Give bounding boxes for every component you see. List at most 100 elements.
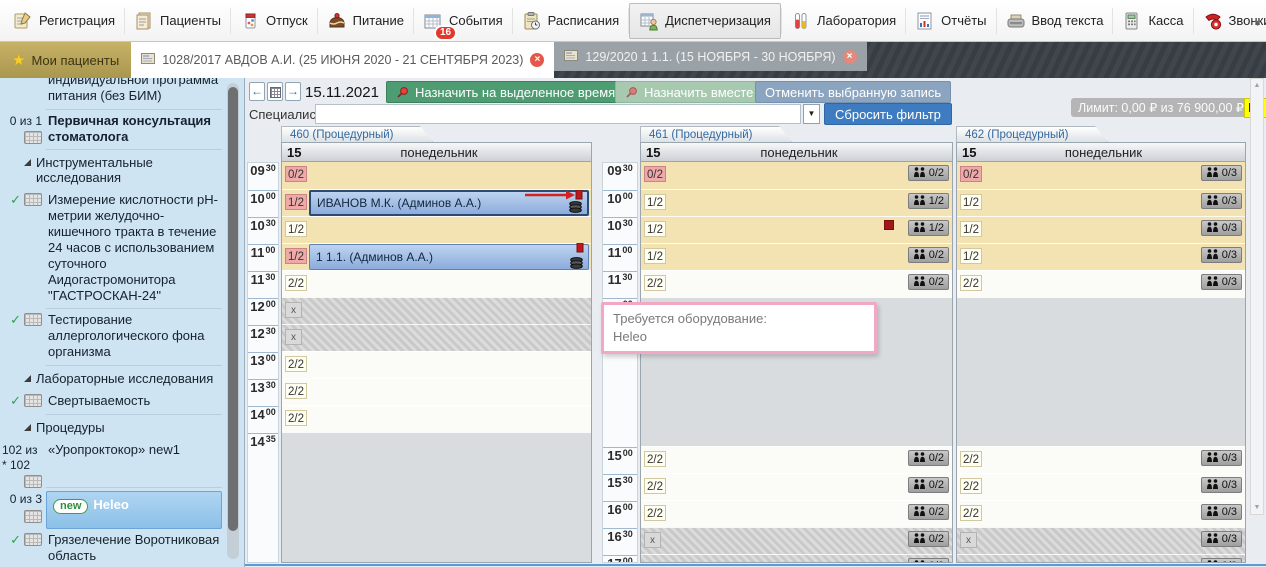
assign-together-button[interactable]: Назначить вместе — [615, 81, 763, 103]
item-prefix-cell: ✓ — [2, 192, 46, 309]
room-tab[interactable]: 460 (Процедурный) — [281, 126, 433, 142]
schedule-slot[interactable]: 1/21/2 — [641, 189, 952, 216]
toolbar-button-events[interactable]: События16 — [414, 4, 512, 38]
toolbar-button-registration[interactable]: Регистрация — [4, 4, 124, 38]
schedule-slot[interactable]: 1/21/2 — [641, 216, 952, 243]
toolbar-button-laboratory[interactable]: Лаборатория — [782, 4, 905, 38]
people-icon — [1206, 533, 1219, 546]
schedule-slot[interactable]: 2/2 — [282, 405, 591, 432]
time-label: 1000 — [248, 190, 278, 217]
expander-icon[interactable] — [24, 375, 31, 382]
sidebar-item-4[interactable]: ✓Тестирование аллергологического фона ор… — [0, 309, 224, 366]
toolbar-button-text-entry[interactable]: Ввод текста — [997, 4, 1113, 38]
schedule-slot[interactable]: 1/20/2 — [641, 243, 952, 270]
schedule-slot[interactable]: x — [282, 324, 591, 351]
next-day-button[interactable]: → — [285, 82, 301, 101]
toolbar-button-reports[interactable]: Отчёты — [906, 4, 995, 38]
reports-icon — [915, 11, 935, 31]
sidebar-item-9[interactable]: 0 из 3newHeleo — [0, 488, 224, 529]
schedule-slot[interactable]: 2/2 — [282, 378, 591, 405]
schedule-slot[interactable]: 0/3 — [957, 554, 1245, 562]
occupancy-badge: 0/3 — [1201, 558, 1242, 563]
slot-capacity-badge: 2/2 — [644, 505, 666, 521]
sidebar-item-1[interactable]: 0 из 1Первичная консультация стоматолога — [0, 110, 224, 151]
reset-filter-button[interactable]: Сбросить фильтр — [824, 103, 952, 125]
sidebar-item-8[interactable]: 102 из * 102«Уропроктокор» new1 — [0, 439, 224, 488]
calendar-button[interactable] — [267, 82, 283, 101]
close-icon[interactable]: × — [843, 50, 857, 64]
appointment[interactable]: 1 1.1. (Админов А.А.) — [309, 244, 589, 270]
toolbar-button-cash[interactable]: Касса — [1113, 4, 1192, 38]
slot-capacity-badge: 1/2 — [285, 221, 307, 237]
room-tab[interactable]: 461 (Процедурный) — [640, 126, 792, 142]
schedule-scrollbar[interactable]: ▲ ▼ — [1250, 78, 1264, 515]
schedule-slot[interactable]: 1/20/3 — [957, 216, 1245, 243]
schedule-slot[interactable] — [957, 297, 1245, 446]
scroll-up-icon[interactable]: ▲ — [1254, 82, 1261, 89]
appointment[interactable]: ИВАНОВ М.К. (Админов А.А.) — [309, 190, 589, 216]
schedule-slot[interactable]: 2/2 — [282, 270, 591, 297]
sidebar-item-3[interactable]: ✓Измерение кислотности pH-метрии желудоч… — [0, 189, 224, 309]
people-icon — [913, 452, 926, 465]
schedule-slot[interactable]: 2/20/3 — [957, 473, 1245, 500]
schedule-slot[interactable]: 0/2 — [282, 162, 591, 189]
day-header: 15понедельник — [281, 142, 592, 162]
toolbar-button-dispatch[interactable]: Диспетчеризация — [629, 3, 781, 39]
room-tab[interactable]: 462 (Процедурный) — [956, 126, 1108, 142]
schedule-slot[interactable]: 1/20/3 — [957, 189, 1245, 216]
schedule-slot[interactable]: 0/20/3 — [957, 162, 1245, 189]
patient-tab-2[interactable]: 129/2020 1 1.1. (15 НОЯБРЯ - 30 НОЯБРЯ) × — [554, 42, 866, 71]
schedule-slot[interactable]: 1/21 1.1. (Админов А.А.) — [282, 243, 591, 270]
schedule-slot[interactable]: x0/3 — [957, 527, 1245, 554]
sidebar-group-2[interactable]: Инструментальные исследования — [0, 150, 224, 189]
specialist-dropdown-icon[interactable]: ▼ — [803, 104, 820, 124]
specialist-combobox[interactable] — [315, 104, 801, 124]
sidebar-item-6[interactable]: ✓Свертываемость — [0, 390, 224, 415]
schedule-slot[interactable]: 1/2ИВАНОВ М.К. (Админов А.А.) — [282, 189, 591, 216]
schedule-slot[interactable]: 2/20/2 — [641, 446, 952, 473]
schedule-slot[interactable]: 2/20/2 — [641, 473, 952, 500]
people-icon — [913, 560, 926, 564]
prev-day-button[interactable]: ← — [249, 82, 265, 101]
toolbar-button-label: События — [449, 13, 503, 28]
schedule-slot[interactable]: 2/20/3 — [957, 446, 1245, 473]
sidebar-scrollbar[interactable] — [227, 83, 239, 559]
schedule-slot[interactable] — [282, 432, 591, 562]
people-icon — [913, 506, 926, 519]
toolbar-button-vacation[interactable]: Отпуск — [231, 4, 317, 38]
schedule-slot[interactable]: 2/20/3 — [957, 270, 1245, 297]
sidebar-item-0[interactable]: индивидуальной программа питания (без БИ… — [0, 78, 224, 110]
scroll-down-icon[interactable]: ▼ — [1254, 504, 1261, 511]
schedule-slot[interactable]: 0/20/2 — [641, 162, 952, 189]
schedule-slot[interactable]: 2/2 — [282, 351, 591, 378]
sidebar-group-7[interactable]: Процедуры — [0, 415, 224, 439]
toolbar-overflow-icon[interactable]: ▼ — [1253, 18, 1262, 28]
expander-icon[interactable] — [24, 159, 31, 166]
item-marks — [24, 131, 42, 144]
expander-icon[interactable] — [24, 424, 31, 431]
treatments-list: индивидуальной программа питания (без БИ… — [0, 78, 224, 567]
schedule-slot[interactable]: x — [282, 297, 591, 324]
sidebar-item-10[interactable]: ✓Грязелечение Воротниковая область — [0, 529, 224, 567]
schedule-slot[interactable]: x0/2 — [641, 527, 952, 554]
schedule-slot[interactable]: 2/20/2 — [641, 500, 952, 527]
sidebar-scrollbar-thumb[interactable] — [228, 87, 238, 531]
equipment-marker-icon — [884, 220, 894, 230]
toolbar-button-schedules[interactable]: Расписания — [513, 4, 628, 38]
weekday-label: понедельник — [996, 145, 1211, 160]
schedule-slot[interactable]: 1/20/3 — [957, 243, 1245, 270]
schedule-slot[interactable]: 0/2 — [641, 554, 952, 562]
patient-tab-1[interactable]: 1028/2017 АВДОВ А.И. (25 ИЮНЯ 2020 - 21 … — [131, 42, 554, 78]
tab-label: 129/2020 1 1.1. (15 НОЯБРЯ - 30 НОЯБРЯ) — [585, 50, 835, 64]
schedule-slot[interactable]: 2/20/3 — [957, 500, 1245, 527]
patients-icon — [134, 11, 154, 31]
assign-selected-time-button[interactable]: Назначить на выделенное время — [386, 81, 625, 103]
toolbar-button-nutrition[interactable]: Питание — [318, 4, 413, 38]
close-icon[interactable]: × — [530, 53, 544, 67]
cancel-record-button[interactable]: Отменить выбранную запись — [755, 81, 951, 103]
toolbar-button-patients[interactable]: Пациенты — [125, 4, 230, 38]
schedule-slot[interactable]: 2/20/2 — [641, 270, 952, 297]
sidebar-group-5[interactable]: Лабораторные исследования — [0, 366, 224, 390]
schedule-slot[interactable]: 1/2 — [282, 216, 591, 243]
tab-my-patients[interactable]: ★Мои пациенты — [0, 42, 131, 78]
